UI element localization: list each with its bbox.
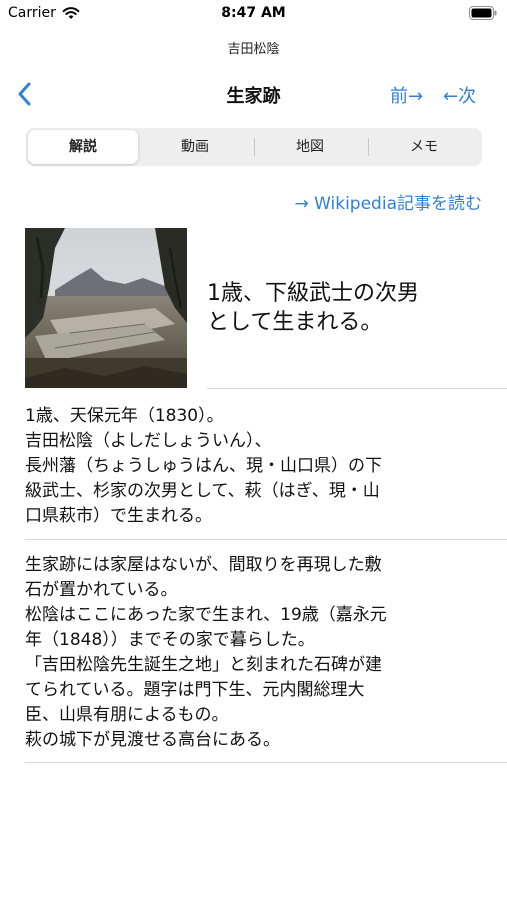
segment-video[interactable]: 動画 <box>140 130 250 164</box>
hero-title-line: として生まれる。 <box>207 310 383 335</box>
site-photo <box>25 228 187 388</box>
detail-section: 生家跡には家屋はないが、間取りを再現した敷 石が置かれている。 松陰はここにあっ… <box>25 553 475 753</box>
detail-line: 松陰はここにあった家で生まれ、19歳（嘉永元 <box>25 605 387 625</box>
divider <box>25 539 507 540</box>
next-button[interactable]: ←次 <box>443 82 476 108</box>
hero-title: 1歳、下級武士の次男 として生まれる。 <box>207 279 497 337</box>
intro-line: 級武士、杉家の次男として、萩（はぎ、現・山 <box>25 481 380 501</box>
nav-subtitle: 吉田松陰 <box>227 42 280 57</box>
intro-line: 吉田松陰（よしだしょういん）、 <box>25 431 272 451</box>
detail-line: 臣、山県有朋によるもの。 <box>25 705 229 725</box>
clock: 8:47 AM <box>221 5 286 21</box>
intro-section: 1歳、天保元年（1830）。 吉田松陰（よしだしょういん）、 長州藩（ちょうしゅ… <box>25 404 475 529</box>
segment-memo[interactable]: メモ <box>369 130 479 164</box>
divider <box>207 388 507 389</box>
nav-title: 生家跡 <box>226 86 281 107</box>
status-bar: Carrier 8:47 AM <box>0 0 507 28</box>
segment-explanation[interactable]: 解説 <box>28 130 138 164</box>
prev-button[interactable]: 前→ <box>390 82 423 108</box>
detail-line: 「吉田松陰先生誕生之地」と刻まれた石碑が建 <box>25 655 382 675</box>
divider <box>25 762 507 763</box>
nav-bar: 生家跡 前→ ←次 <box>0 74 507 114</box>
wikipedia-link[interactable]: → Wikipedia記事を読む <box>294 189 482 214</box>
detail-line: 萩の城下が見渡せる高台にある。 <box>25 730 280 750</box>
intro-line: 長州藩（ちょうしゅうはん、現・山口県）の下 <box>25 456 382 476</box>
detail-line: 石が置かれている。 <box>25 580 178 600</box>
detail-line: 年（1848））までその家で暮らした。 <box>25 630 315 650</box>
hero-title-line: 1歳、下級武士の次男 <box>207 281 419 306</box>
detail-line: てられている。題字は門下生、元内閣総理大 <box>25 680 365 700</box>
screen: Carrier 8:47 AM 吉田松陰 生家跡 前→ ←次 解説 動画 地図 … <box>0 0 507 900</box>
segmented-control: 解説 動画 地図 メモ <box>26 128 482 166</box>
segment-map[interactable]: 地図 <box>255 130 365 164</box>
intro-line: 1歳、天保元年（1830）。 <box>25 406 224 426</box>
detail-line: 生家跡には家屋はないが、間取りを再現した敷 <box>25 555 382 575</box>
battery-icon <box>469 6 497 20</box>
intro-line: 口県萩市）で生まれる。 <box>25 506 212 526</box>
